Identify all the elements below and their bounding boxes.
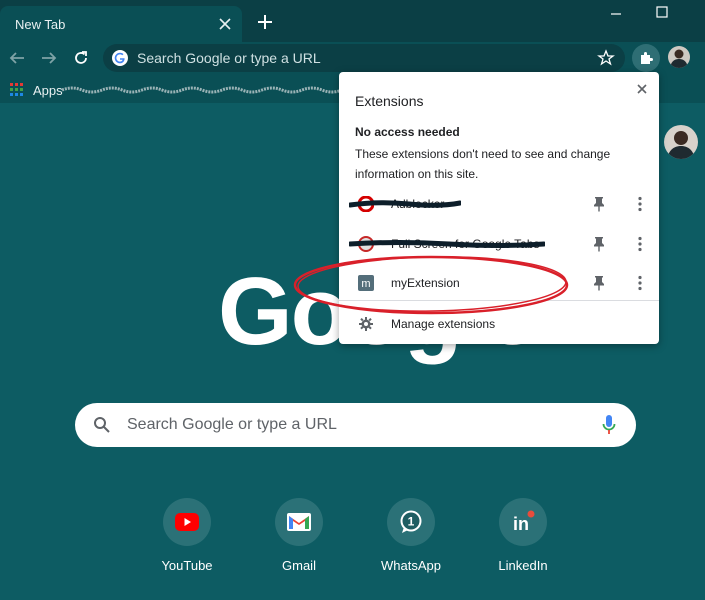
extension-name: myExtension (391, 276, 460, 290)
new-tab-button[interactable] (253, 10, 277, 34)
svg-text:in: in (513, 514, 529, 534)
linkedin-icon: in (499, 498, 547, 546)
youtube-icon (163, 498, 211, 546)
manage-extensions-label: Manage extensions (391, 317, 496, 331)
extension-row-adblocker[interactable]: Adblocker (339, 184, 659, 224)
ntp-search-placeholder: Search Google or type a URL (127, 416, 337, 433)
apps-label[interactable]: Apps (33, 83, 63, 98)
extensions-puzzle-button[interactable] (632, 44, 660, 72)
close-icon[interactable] (633, 80, 651, 98)
more-vert-icon[interactable] (631, 195, 649, 213)
google-g-icon (112, 50, 128, 66)
shortcut-label: Gmail (282, 558, 316, 573)
browser-toolbar: Search Google or type a URL (0, 42, 705, 75)
shortcut-label: LinkedIn (498, 558, 548, 573)
ntp-search-box[interactable]: Search Google or type a URL (75, 403, 636, 447)
extension-letter-icon: m (358, 275, 374, 291)
close-icon[interactable] (216, 15, 234, 33)
maximize-icon[interactable] (651, 1, 673, 23)
pin-icon[interactable] (592, 195, 606, 213)
shortcut-label: YouTube (161, 558, 213, 573)
more-vert-icon[interactable] (631, 274, 649, 292)
omnibox-placeholder: Search Google or type a URL (137, 50, 321, 66)
tab-title: New Tab (15, 16, 66, 32)
redacted-bookmarks (62, 86, 342, 94)
shortcut-youtube[interactable]: YouTube (147, 498, 227, 573)
pin-icon[interactable] (592, 235, 606, 253)
pin-icon[interactable] (592, 274, 606, 292)
puzzle-icon (641, 52, 653, 64)
apps-grid-icon[interactable] (10, 83, 24, 97)
extensions-popup: Extensions No access needed These extens… (339, 72, 659, 344)
gear-icon (358, 316, 374, 332)
tab-strip: New Tab (0, 0, 705, 42)
shortcut-label: WhatsApp (381, 558, 441, 573)
tab-new-tab[interactable]: New Tab (0, 6, 242, 42)
redaction-strike (349, 200, 461, 208)
popup-title: Extensions (355, 93, 424, 109)
svg-text:m: m (361, 278, 370, 290)
more-vert-icon[interactable] (631, 235, 649, 253)
shortcut-gmail[interactable]: Gmail (259, 498, 339, 573)
forward-icon[interactable] (38, 47, 60, 69)
avatar[interactable] (664, 125, 698, 159)
extension-row-myextension[interactable]: m myExtension (339, 263, 659, 303)
bookmark-star-icon[interactable] (597, 49, 615, 67)
redaction-strike (349, 240, 545, 248)
shortcut-linkedin[interactable]: in LinkedIn (483, 498, 563, 573)
divider (339, 300, 659, 301)
back-icon[interactable] (6, 47, 28, 69)
section-title: No access needed (355, 125, 460, 139)
search-icon (93, 416, 111, 434)
svg-text:1: 1 (408, 515, 415, 529)
shortcut-whatsapp[interactable]: 1 WhatsApp (371, 498, 451, 573)
minimize-icon[interactable] (606, 6, 628, 22)
manage-extensions-button[interactable]: Manage extensions (339, 312, 659, 336)
omnibox[interactable]: Search Google or type a URL (103, 44, 625, 72)
section-description: These extensions don't need to see and c… (355, 147, 611, 181)
extension-row-full-screen[interactable]: Full Screen for Google Tabs (339, 224, 659, 264)
whatsapp-icon: 1 (387, 498, 435, 546)
gmail-icon (275, 498, 323, 546)
profile-avatar-button[interactable] (668, 46, 690, 68)
reload-icon[interactable] (70, 47, 92, 69)
microphone-icon[interactable] (602, 414, 616, 436)
